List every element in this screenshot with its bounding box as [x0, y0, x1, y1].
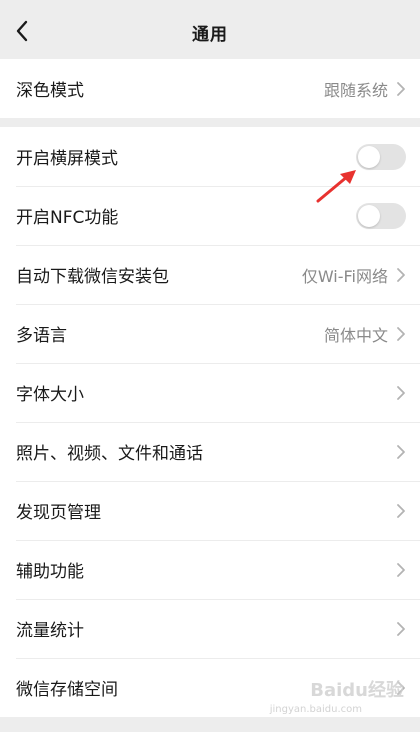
- row-language[interactable]: 多语言 简体中文: [0, 304, 420, 363]
- row-label: 流量统计: [16, 621, 84, 641]
- row-value: 简体中文: [323, 325, 388, 345]
- row-label: 深色模式: [16, 81, 84, 101]
- chevron-right-icon: [396, 81, 406, 97]
- landscape-mode-toggle[interactable]: [356, 143, 406, 170]
- row-label: 照片、视频、文件和通话: [16, 444, 203, 464]
- settings-group-general: 开启横屏模式 开启NFC功能 自动下载微信安装包 仅Wi-Fi网络 多语言 简体…: [0, 127, 420, 717]
- chevron-right-icon: [396, 562, 406, 578]
- row-dark-mode[interactable]: 深色模式 跟随系统: [0, 59, 420, 118]
- row-font-size[interactable]: 字体大小: [0, 363, 420, 422]
- watermark-url: jingyan.baidu.com: [269, 704, 362, 715]
- chevron-right-icon: [396, 444, 406, 460]
- toggle-knob: [358, 204, 380, 227]
- row-auto-download[interactable]: 自动下载微信安装包 仅Wi-Fi网络: [0, 245, 420, 304]
- page-title: 通用: [192, 25, 228, 45]
- row-label: 辅助功能: [16, 562, 84, 582]
- row-media-files-calls[interactable]: 照片、视频、文件和通话: [0, 422, 420, 481]
- row-value: 跟随系统: [323, 80, 388, 100]
- toggle-knob: [358, 145, 380, 168]
- row-label: 字体大小: [16, 385, 84, 405]
- row-label: 多语言: [16, 326, 67, 346]
- row-data-usage[interactable]: 流量统计: [0, 599, 420, 658]
- chevron-right-icon: [396, 503, 406, 519]
- top-bar: 通用: [0, 0, 420, 62]
- chevron-right-icon: [396, 267, 406, 283]
- row-discover-manage[interactable]: 发现页管理: [0, 481, 420, 540]
- row-value: 仅Wi-Fi网络: [301, 266, 388, 286]
- chevron-right-icon: [396, 621, 406, 637]
- row-label: 发现页管理: [16, 503, 101, 523]
- settings-group-display: 深色模式 跟随系统: [0, 59, 420, 118]
- nfc-toggle[interactable]: [356, 202, 406, 229]
- chevron-right-icon: [396, 385, 406, 401]
- annotation-arrow-icon: [316, 170, 356, 203]
- row-accessibility[interactable]: 辅助功能: [0, 540, 420, 599]
- watermark-logo: Baidu经验: [310, 680, 404, 701]
- row-label: 开启NFC功能: [16, 208, 119, 228]
- row-label: 开启横屏模式: [16, 149, 118, 169]
- chevron-right-icon: [396, 326, 406, 342]
- row-label: 自动下载微信安装包: [16, 267, 169, 287]
